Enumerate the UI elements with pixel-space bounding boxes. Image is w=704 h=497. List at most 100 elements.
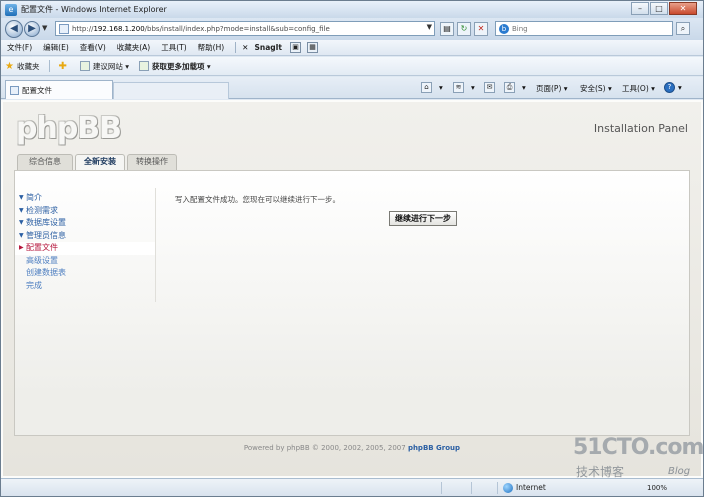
tools-menu[interactable]: 工具(O) ▾ (622, 83, 655, 94)
step-label: 创建数据表 (26, 268, 66, 277)
tab-overview[interactable]: 综合信息 (17, 154, 73, 170)
menu-file[interactable]: 文件(F) (7, 42, 32, 53)
feeds-dropdown-icon[interactable]: ▾ (471, 83, 475, 92)
watermark-subtitle: 技术博客 (576, 465, 625, 479)
snagit-capture-icon[interactable]: ▣ (290, 42, 302, 53)
page-viewport: phpBB Installation Panel 综合信息 全新安装 转换操作 … (1, 100, 703, 478)
help-dropdown-icon[interactable]: ▾ (678, 83, 682, 92)
feeds-icon[interactable]: ≋ (453, 82, 464, 93)
page-icon (59, 23, 69, 34)
step-arrow-icon: ▼ (19, 231, 24, 239)
compat-view-icon[interactable]: ▤ (440, 22, 454, 36)
refresh-icon[interactable]: ↻ (457, 22, 471, 36)
status-divider (441, 482, 442, 494)
suggested-sites-link[interactable]: 建议网站 ▾ (79, 61, 129, 72)
help-icon[interactable]: ? (664, 82, 675, 93)
step-final[interactable]: 完成 (15, 280, 155, 293)
status-message: 写入配置文件成功。您现在可以继续进行下一步。 (175, 195, 340, 204)
menu-tools[interactable]: 工具(T) (161, 42, 186, 53)
stop-icon[interactable]: ✕ (474, 22, 488, 36)
status-divider (497, 482, 498, 494)
tab-title: 配置文件 (22, 85, 52, 95)
zoom-level[interactable]: 100% (647, 484, 667, 492)
print-dropdown-icon[interactable]: ▾ (522, 83, 526, 92)
step-label: 管理员信息 (26, 230, 66, 240)
window-title: 配置文件 - Windows Internet Explorer (21, 5, 167, 14)
step-arrow-icon: ▼ (19, 206, 24, 214)
url-field[interactable]: http://192.168.1.200/bbs/install/index.p… (55, 21, 435, 36)
menu-bar: 文件(F) 编辑(E) 查看(V) 收藏夹(A) 工具(T) 帮助(H) ✕ S… (1, 40, 703, 56)
snagit-window-icon[interactable]: ▦ (307, 42, 319, 53)
watermark-logo: 51CTO.com (573, 435, 704, 460)
page-menu-label: 页面(P) (536, 84, 562, 93)
panel-title: Installation Panel (593, 122, 688, 135)
window-controls: – □ ✕ (630, 2, 697, 15)
step-advanced[interactable]: 高级设置 (15, 255, 155, 268)
mail-icon[interactable]: ✉ (484, 82, 495, 93)
step-label: 数据库设置 (26, 218, 66, 227)
safety-menu-label: 安全(S) (580, 84, 606, 93)
phpbb-page: phpBB Installation Panel 综合信息 全新安装 转换操作 … (3, 102, 701, 476)
browser-window: e 配置文件 - Windows Internet Explorer – □ ✕… (0, 0, 704, 497)
step-label: 检测需求 (26, 205, 58, 215)
close-toolbar-icon[interactable]: ✕ (242, 43, 248, 52)
security-zone[interactable]: Internet (516, 483, 546, 492)
menu-view[interactable]: 查看(V) (80, 42, 106, 53)
ie-page-icon: e (5, 3, 17, 16)
tab-convert[interactable]: 转换操作 (127, 154, 177, 170)
search-icon[interactable]: ⌕ (676, 22, 690, 35)
page-menu[interactable]: 页面(P) ▾ (536, 83, 568, 94)
menu-divider (235, 42, 237, 53)
favorites-bar: ★ 收藏夹 ✚ 建议网站 ▾ 获取更多加载项 ▾ (1, 57, 703, 76)
step-label: 完成 (26, 280, 42, 290)
suggested-sites-icon (79, 61, 90, 71)
continue-button[interactable]: 继续进行下一步 (389, 211, 457, 226)
back-icon[interactable]: ◀ (5, 20, 23, 38)
tab-install[interactable]: 全新安装 (75, 154, 125, 171)
safety-menu[interactable]: 安全(S) ▾ (580, 83, 612, 94)
step-requirements[interactable]: ▼ 检测需求 (15, 205, 155, 218)
menu-favorites[interactable]: 收藏夹(A) (117, 42, 150, 53)
maximize-button[interactable]: □ (650, 2, 668, 15)
bing-icon: b (499, 23, 509, 34)
suggested-sites-label: 建议网站 (92, 61, 123, 71)
snagit-button[interactable]: SnagIt (254, 43, 282, 52)
print-icon[interactable]: ⎙ (504, 82, 515, 93)
menu-edit[interactable]: 编辑(E) (43, 42, 69, 53)
home-icon[interactable]: ⌂ (421, 82, 432, 93)
home-dropdown-icon[interactable]: ▾ (439, 83, 443, 92)
title-bar: e 配置文件 - Windows Internet Explorer – □ ✕ (1, 1, 703, 18)
url-dropdown-icon[interactable]: ▼ (427, 23, 432, 31)
address-bar: ◀ ▶ ▼ http://192.168.1.200/bbs/install/i… (1, 18, 703, 40)
step-label: 高级设置 (26, 255, 58, 265)
more-addons-link[interactable]: 获取更多加载项 ▾ (139, 61, 211, 72)
tools-menu-label: 工具(O) (622, 84, 649, 93)
step-intro[interactable]: ▼ 简介 (15, 192, 155, 205)
url-text[interactable]: http://192.168.1.200/bbs/install/index.p… (72, 25, 330, 33)
browser-tab-active[interactable]: 配置文件 (5, 80, 113, 99)
tab-bar: 配置文件 ⌂ ▾ ≋ ▾ ✉ ⎙ ▾ 页面(P) ▾ 安全(S) ▾ 工具(O)… (1, 77, 703, 99)
install-panel: ▼ 简介 ▼ 检测需求 ▼ 数据库设置 ▼ 管理员信息 ▶ 配置文件 高级设置 创建数据表… (14, 170, 690, 436)
footer-link[interactable]: phpBB Group (408, 444, 460, 452)
step-create-tables[interactable]: 创建数据表 (15, 267, 155, 280)
favorites-button[interactable]: ★ 收藏夹 (5, 61, 39, 72)
search-input[interactable] (512, 24, 662, 33)
globe-icon (503, 483, 513, 493)
new-tab-button[interactable] (113, 82, 229, 99)
addons-icon (139, 61, 150, 71)
menu-help[interactable]: 帮助(H) (198, 42, 225, 53)
add-favorite-icon[interactable]: ✚ (58, 61, 69, 72)
minimize-button[interactable]: – (631, 2, 649, 15)
phpbb-logo[interactable]: phpBB (16, 111, 122, 146)
step-database[interactable]: ▼ 数据库设置 (15, 217, 155, 230)
search-field[interactable]: b (495, 21, 673, 36)
step-label: 简介 (26, 193, 42, 202)
favorites-label: 收藏夹 (16, 61, 40, 71)
step-config-file[interactable]: ▶ 配置文件 (15, 242, 155, 255)
install-steps-nav: ▼ 简介 ▼ 检测需求 ▼ 数据库设置 ▼ 管理员信息 ▶ 配置文件 高级设置 创建数据表… (15, 192, 155, 292)
history-dropdown-icon[interactable]: ▼ (42, 24, 47, 32)
forward-icon[interactable]: ▶ (24, 21, 40, 37)
step-admin[interactable]: ▼ 管理员信息 (15, 230, 155, 243)
close-button[interactable]: ✕ (669, 2, 697, 15)
footer-text: Powered by phpBB © 2000, 2002, 2005, 200… (243, 444, 408, 452)
